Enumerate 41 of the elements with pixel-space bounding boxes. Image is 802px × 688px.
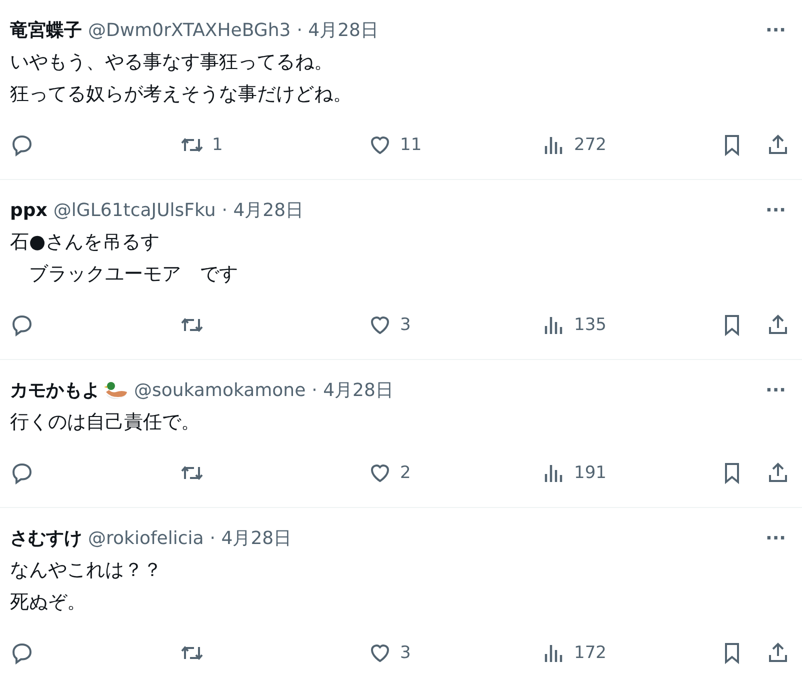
post-text: なんやこれは？？ [10,558,163,583]
more-button[interactable]: ··· [765,528,786,548]
like-count: 3 [400,643,411,663]
view-count: 172 [574,643,606,663]
post-text: 石●さんを吊るす [10,230,161,255]
post-date[interactable]: · 4月28日 [210,526,292,550]
share-icon[interactable] [766,461,790,485]
view-count: 135 [574,315,606,335]
duck-icon [104,380,128,400]
share-icon[interactable] [766,641,790,665]
post-date[interactable]: · 4月28日 [222,198,304,222]
more-button[interactable]: ··· [765,380,786,400]
user-name[interactable]: ppx [10,200,48,220]
post-text: いやもう、やる事なす事狂ってるね。 [10,50,334,75]
more-button[interactable]: ··· [765,20,786,40]
user-handle[interactable]: @rokiofelicia [88,528,204,548]
post-text: 死ぬぞ。 [10,590,87,615]
post-date[interactable]: · 4月28日 [312,378,394,402]
like-count: 11 [400,135,422,155]
reply-icon[interactable] [10,133,34,157]
user-handle[interactable]: @Dwm0rXTAXHeBGh3 [88,20,291,40]
user-name[interactable]: 竜宮蝶子 [10,18,82,42]
share-icon[interactable] [766,133,790,157]
user-handle[interactable]: @lGL61tcaJUlsFku [53,200,216,220]
user-name[interactable]: さむすけ [10,526,82,550]
post-date[interactable]: · 4月28日 [296,18,378,42]
post-text: ブラックユーモア です [28,262,239,287]
user-handle[interactable]: @soukamokamone [134,380,306,400]
reply-icon[interactable] [10,461,34,485]
reply-icon[interactable] [10,313,34,337]
user-name[interactable]: カモかもよ [10,378,100,402]
reply-icon[interactable] [10,641,34,665]
like-count: 2 [400,463,411,483]
view-count: 191 [574,463,606,483]
like-count: 3 [400,315,411,335]
post-text: 行くのは自己責任で。 [10,410,201,435]
repost-count: 1 [212,135,223,155]
post-text: 狂ってる奴らが考えそうな事だけどね。 [10,82,353,107]
view-count: 272 [574,135,606,155]
share-icon[interactable] [766,313,790,337]
more-button[interactable]: ··· [765,200,786,220]
